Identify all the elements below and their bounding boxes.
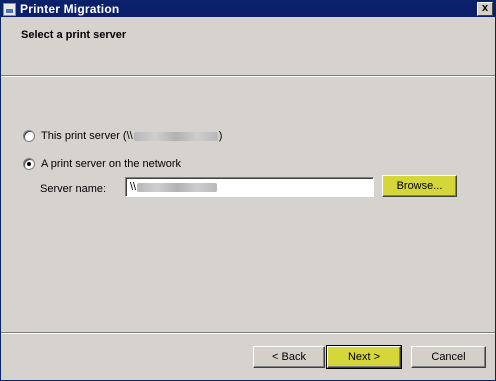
printer-app-icon (3, 2, 16, 16)
header-divider (1, 75, 495, 77)
printer-migration-window: Printer Migration x Select a print serve… (0, 0, 496, 381)
footer-divider (1, 332, 495, 334)
this-server-label: This print server (\\) (41, 130, 223, 142)
title-bar[interactable]: Printer Migration x (1, 1, 495, 17)
window-title: Printer Migration (20, 2, 120, 16)
network-server-radio[interactable] (23, 158, 35, 170)
back-button[interactable]: < Back (253, 346, 325, 368)
wizard-header: Select a print server (1, 17, 495, 75)
redacted-server-value (137, 182, 218, 192)
page-title: Select a print server (21, 29, 127, 41)
option-network-server[interactable]: A print server on the network (23, 158, 181, 170)
browse-button[interactable]: Browse... (382, 175, 457, 197)
server-name-field[interactable]: \\ (125, 177, 374, 197)
this-server-radio[interactable] (23, 130, 35, 142)
server-name-label: Server name: (40, 183, 107, 195)
option-this-server[interactable]: This print server (\\) (23, 130, 222, 142)
redacted-server-name (133, 131, 218, 141)
cancel-button[interactable]: Cancel (411, 346, 486, 368)
server-name-prefix: \\ (130, 181, 137, 193)
close-button[interactable]: x (477, 2, 493, 16)
next-button[interactable]: Next > (326, 345, 402, 369)
network-server-label: A print server on the network (41, 158, 182, 170)
